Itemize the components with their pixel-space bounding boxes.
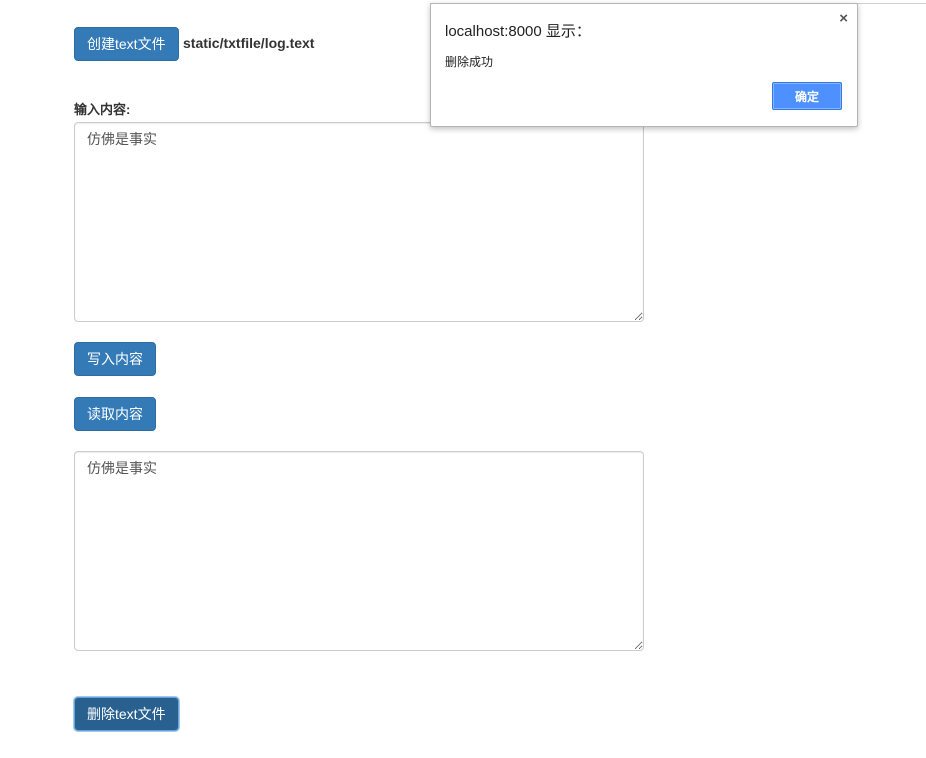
alert-dialog: localhost:8000 显示： × 删除成功 确定: [430, 3, 858, 127]
page: 创建text文件 static/txtfile/log.text 输入内容: 仿…: [0, 0, 926, 758]
close-icon[interactable]: ×: [839, 10, 848, 27]
dialog-message: 删除成功: [445, 55, 494, 69]
file-path-label: static/txtfile/log.text: [183, 35, 315, 51]
input-content-label: 输入内容:: [74, 102, 131, 117]
create-text-file-button[interactable]: 创建text文件: [74, 27, 179, 61]
dialog-title: localhost:8000 显示：: [445, 23, 591, 40]
dialog-ok-button[interactable]: 确定: [772, 82, 842, 110]
output-content-textarea[interactable]: 仿佛是事实: [74, 451, 644, 651]
delete-text-file-button[interactable]: 删除text文件: [74, 697, 179, 731]
write-content-button[interactable]: 写入内容: [74, 342, 156, 376]
read-content-button[interactable]: 读取内容: [74, 397, 156, 431]
input-content-textarea[interactable]: 仿佛是事实: [74, 122, 644, 322]
